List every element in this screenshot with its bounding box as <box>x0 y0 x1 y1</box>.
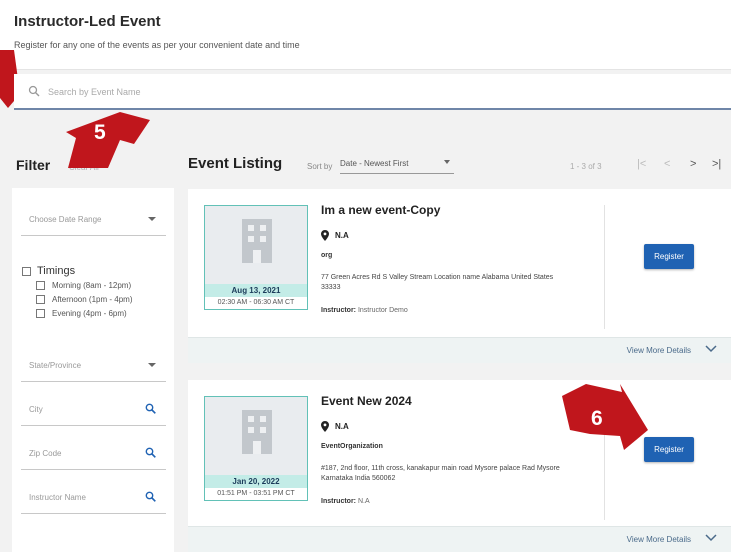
page-title: Instructor-Led Event <box>14 13 161 30</box>
register-button[interactable]: Register <box>644 244 694 269</box>
event-name[interactable]: Event New 2024 <box>321 394 412 408</box>
callout-arrow-6-icon <box>562 384 648 450</box>
page-header: Instructor-Led Event Register for any on… <box>0 0 731 70</box>
event-thumbnail: Aug 13, 2021 02:30 AM - 06:30 AM CT <box>204 205 308 310</box>
timings-header[interactable]: Timings <box>22 264 167 278</box>
event-instructor: Instructor: N.A <box>321 498 370 505</box>
magnifier-icon[interactable] <box>145 491 156 502</box>
prev-page-button[interactable]: < <box>664 158 670 170</box>
timing-option-label: Morning (8am - 12pm) <box>52 280 132 290</box>
event-date: Jan 20, 2022 <box>205 475 307 488</box>
caret-down-icon <box>148 363 156 367</box>
evening-checkbox[interactable] <box>36 308 45 318</box>
event-location: N.A <box>321 230 349 241</box>
search-bar[interactable] <box>14 74 731 110</box>
caret-down-icon <box>148 217 156 221</box>
instructor-name-field[interactable]: Instructor Name <box>21 480 166 514</box>
event-location-text: N.A <box>335 422 349 431</box>
map-pin-icon <box>321 230 329 241</box>
sort-select[interactable]: Date - Newest First <box>340 156 454 174</box>
event-time: 02:30 AM - 06:30 AM CT <box>217 299 295 306</box>
event-name[interactable]: Im a new event-Copy <box>321 203 440 217</box>
last-page-button[interactable]: >| <box>712 158 721 170</box>
event-card: Aug 13, 2021 02:30 AM - 06:30 AM CT Im a… <box>188 189 731 363</box>
zip-placeholder: Zip Code <box>29 449 62 458</box>
page-subtitle: Register for any one of the events as pe… <box>14 40 300 50</box>
chevron-down-icon[interactable] <box>705 533 717 543</box>
sort-by-label: Sort by <box>307 162 333 171</box>
timing-option-morning[interactable]: Morning (8am - 12pm) <box>22 278 167 292</box>
view-more-details-link[interactable]: View More Details <box>627 535 691 544</box>
date-range-placeholder: Choose Date Range <box>29 215 102 224</box>
event-thumbnail: Jan 20, 2022 01:51 PM - 03:51 PM CT <box>204 396 308 501</box>
map-pin-icon <box>321 421 329 432</box>
city-placeholder: City <box>29 405 43 414</box>
card-footer: View More Details <box>188 337 731 363</box>
afternoon-checkbox[interactable] <box>36 294 45 304</box>
view-more-details-link[interactable]: View More Details <box>627 346 691 355</box>
event-organization: org <box>321 252 333 259</box>
timings-group: Timings Morning (8am - 12pm) Afternoon (… <box>22 264 167 320</box>
sort-select-value: Date - Newest First <box>340 159 409 168</box>
page-count: 1 - 3 of 3 <box>570 162 602 171</box>
morning-checkbox[interactable] <box>36 280 45 290</box>
zip-code-field[interactable]: Zip Code <box>21 436 166 470</box>
first-page-button[interactable]: |< <box>637 158 646 170</box>
event-time: 01:51 PM - 03:51 PM CT <box>217 490 295 497</box>
caret-down-icon <box>444 160 450 164</box>
magnifier-icon[interactable] <box>145 403 156 414</box>
event-image <box>205 397 307 475</box>
timing-option-label: Afternoon (1pm - 4pm) <box>52 294 133 304</box>
filter-title: Filter <box>16 157 51 173</box>
callout-arrow-5-icon <box>66 112 150 168</box>
timing-option-label: Evening (4pm - 6pm) <box>52 308 127 318</box>
building-icon <box>242 410 272 454</box>
timing-option-afternoon[interactable]: Afternoon (1pm - 4pm) <box>22 292 167 306</box>
card-footer: View More Details <box>188 526 731 552</box>
event-listing-title: Event Listing <box>188 155 283 172</box>
event-image <box>205 206 307 284</box>
event-instructor: Instructor: Instructor Demo <box>321 307 408 314</box>
instructor-label: Instructor: <box>321 307 356 314</box>
timing-option-evening[interactable]: Evening (4pm - 6pm) <box>22 306 167 320</box>
card-divider <box>604 205 605 329</box>
state-placeholder: State/Province <box>29 361 82 370</box>
instructor-name: Instructor Demo <box>357 307 408 314</box>
event-date: Aug 13, 2021 <box>205 284 307 297</box>
event-location: N.A <box>321 421 349 432</box>
event-organization: EventOrganization <box>321 443 383 450</box>
chevron-down-icon[interactable] <box>705 344 717 354</box>
instructor-name: N.A <box>357 498 370 505</box>
register-button[interactable]: Register <box>644 437 694 462</box>
magnifier-icon[interactable] <box>145 447 156 458</box>
timings-checkbox[interactable] <box>22 266 31 276</box>
instructor-label: Instructor: <box>321 498 356 505</box>
event-address: #187, 2nd floor, 11th cross, kanakapur m… <box>321 465 560 482</box>
next-page-button[interactable]: > <box>690 158 696 170</box>
event-address: 77 Green Acres Rd S Valley Stream Locati… <box>321 274 554 291</box>
callout-number-5: 5 <box>94 121 106 144</box>
timings-label: Timings <box>37 265 76 277</box>
event-location-text: N.A <box>335 231 349 240</box>
search-input[interactable] <box>48 82 448 102</box>
search-icon <box>28 85 40 97</box>
city-field[interactable]: City <box>21 392 166 426</box>
state-dropdown[interactable]: State/Province <box>21 348 166 382</box>
instructor-placeholder: Instructor Name <box>29 493 86 502</box>
building-icon <box>242 219 272 263</box>
filter-panel: Choose Date Range Timings Morning (8am -… <box>12 188 174 552</box>
callout-number-6: 6 <box>591 407 603 430</box>
date-range-dropdown[interactable]: Choose Date Range <box>21 202 166 236</box>
